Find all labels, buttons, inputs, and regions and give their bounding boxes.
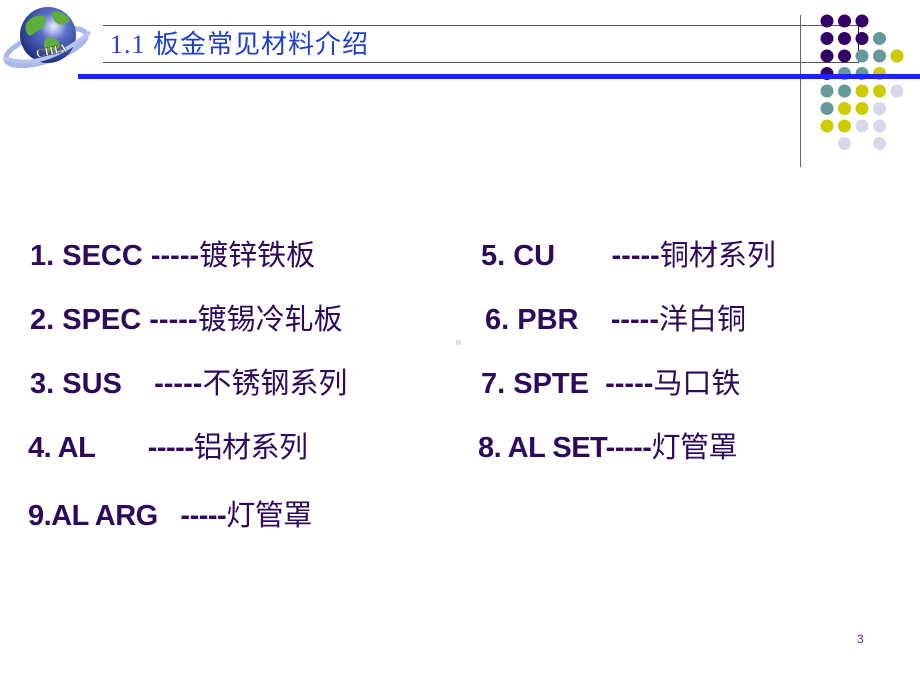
decor-dot (820, 119, 834, 133)
decor-dot (873, 49, 886, 63)
material-name: 洋白铜 (659, 302, 747, 336)
material-item-3: 3. SUS -----不锈钢系列 (30, 360, 347, 402)
placeholder-marker (456, 340, 461, 345)
decor-dot (820, 32, 834, 45)
material-item-9: 9.AL ARG -----灯管罩 (28, 492, 312, 534)
title-right-rule (858, 25, 859, 62)
decor-dot (838, 119, 851, 133)
material-code: 4. AL ----- (28, 432, 194, 464)
material-code: 7. SPTE ----- (481, 368, 654, 400)
material-name: 灯管罩 (226, 498, 312, 532)
decor-dot (873, 84, 886, 98)
decor-dot (820, 102, 834, 115)
decor-dot (873, 119, 886, 133)
decor-dot (820, 49, 834, 63)
decor-dot (820, 84, 834, 98)
material-item-4: 4. AL -----铝材系列 (28, 424, 308, 466)
material-item-6: 6. PBR -----洋白铜 (485, 296, 746, 338)
material-item-2: 2. SPEC -----镀锡冷轧板 (30, 296, 343, 338)
material-code: 9.AL ARG ----- (28, 500, 227, 532)
material-code: 6. PBR ----- (485, 304, 659, 336)
decor-dot (838, 84, 851, 98)
page-number: 3 (857, 632, 864, 646)
decor-vertical-rule (800, 15, 801, 167)
decorative-dot-grid (820, 14, 904, 150)
decor-dot (838, 137, 851, 150)
material-item-5: 5. CU -----铜材系列 (481, 232, 776, 274)
title-bottom-rule (103, 62, 859, 63)
material-name: 铝材系列 (193, 430, 309, 464)
material-code: 2. SPEC ----- (30, 304, 198, 336)
decor-dot (873, 102, 886, 115)
material-name: 不锈钢系列 (202, 366, 348, 400)
material-code: 8. AL SET----- (478, 432, 652, 464)
decor-dot (873, 137, 886, 150)
decor-dot (855, 119, 869, 133)
material-name: 灯管罩 (651, 430, 737, 464)
chia-globe-logo: CHIA (3, 7, 92, 69)
material-code: 1. SECC ----- (30, 240, 200, 272)
material-name: 镀锌铁板 (199, 238, 316, 272)
decor-dot (838, 102, 851, 115)
material-name: 镀锡冷轧板 (197, 302, 343, 336)
material-code: 5. CU ----- (481, 240, 660, 272)
material-item-8: 8. AL SET-----灯管罩 (478, 424, 737, 466)
material-code: 3. SUS ----- (30, 368, 203, 400)
header-accent-bar (78, 74, 920, 79)
slide-title: 1.1 板金常见材料介绍 (110, 30, 370, 59)
decor-dot (838, 32, 851, 45)
decor-dot (890, 49, 904, 63)
decor-dot (855, 102, 869, 115)
decor-dot (838, 49, 851, 63)
material-name: 铜材系列 (659, 238, 776, 272)
decor-dot (855, 84, 869, 98)
material-item-7: 7. SPTE -----马口铁 (481, 360, 740, 402)
material-name: 马口铁 (653, 366, 741, 400)
decor-dot (890, 84, 904, 98)
decor-dot (873, 32, 886, 45)
material-item-1: 1. SECC -----镀锌铁板 (30, 232, 315, 274)
